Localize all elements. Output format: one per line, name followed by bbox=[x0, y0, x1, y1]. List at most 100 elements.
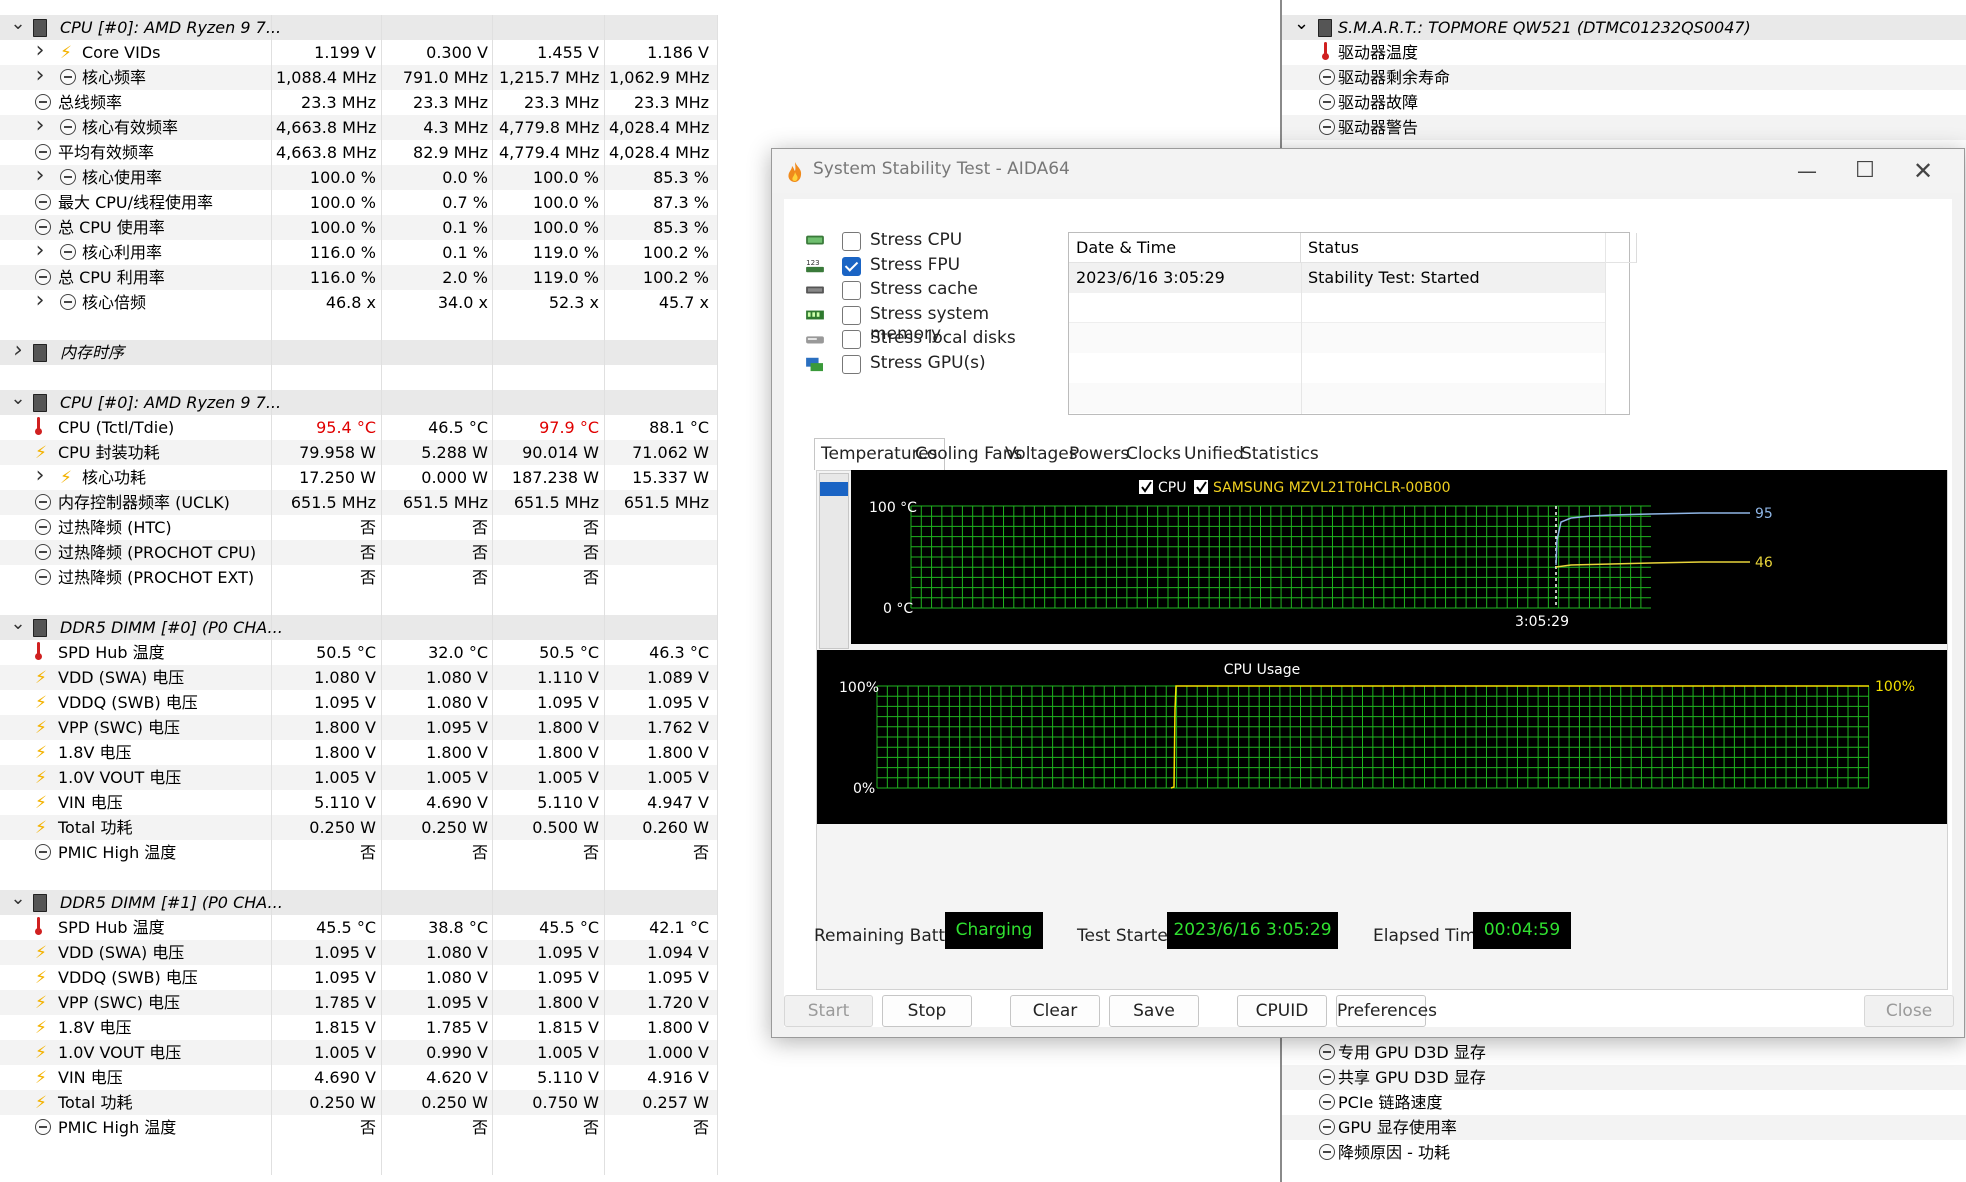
sensor-row[interactable]: ⚡ Total 功耗 0.250 W 0.250 W 0.500 W 0.260 W bbox=[0, 815, 717, 840]
maximize-button[interactable]: ☐ bbox=[1838, 155, 1892, 187]
sensor-row[interactable]: › 核心频率 1,088.4 MHz 791.0 MHz 1,215.7 MHz 1,06… bbox=[0, 63, 717, 90]
gauge-icon bbox=[60, 244, 76, 260]
sensor-row[interactable]: › 核心有效频率 4,663.8 MHz 4.3 MHz 4,779.8 MHz 4,02… bbox=[0, 113, 717, 140]
sensor-row[interactable]: 专用 GPU D3D 显存 bbox=[1282, 1040, 1966, 1065]
checkbox[interactable] bbox=[842, 355, 861, 374]
sensor-row[interactable]: 总 CPU 利用率 116.0 % 2.0 % 119.0 % 100.2 % bbox=[0, 265, 717, 290]
smart-section-header[interactable]: ⌄ S.M.A.R.T.: TOPMORE QW521 (DTMC01232QS0… bbox=[1282, 13, 1966, 40]
title-bar[interactable]: System Stability Test - AIDA64 — ☐ ✕ bbox=[772, 149, 1964, 193]
sensor-row[interactable]: 驱动器温度 bbox=[1282, 40, 1966, 65]
preferences-button[interactable]: Preferences bbox=[1336, 995, 1437, 1027]
expand-arrow-icon[interactable]: › bbox=[30, 463, 50, 488]
sensor-row[interactable]: 内存控制器频率 (UCLK) 651.5 MHz 651.5 MHz 651.5 MH… bbox=[0, 490, 717, 515]
expand-arrow-icon[interactable]: › bbox=[8, 338, 28, 363]
sensor-row[interactable]: ⚡ VIN 电压 4.690 V 4.620 V 5.110 V 4.916 V bbox=[0, 1065, 717, 1090]
sensor-selector-strip[interactable] bbox=[819, 473, 849, 649]
current-value: 79.958 W bbox=[299, 443, 376, 462]
sensor-row[interactable]: ⚡ VDD (SWA) 电压 1.080 V 1.080 V 1.110 V 1.089 … bbox=[0, 665, 717, 690]
clear-button[interactable]: Clear bbox=[1010, 995, 1100, 1027]
sensor-row[interactable]: SPD Hub 温度 50.5 °C 32.0 °C 50.5 °C 46.3 °C bbox=[0, 640, 717, 665]
status-log[interactable]: Date & Time Status 2023/6/16 3:05:29 Sta… bbox=[1068, 232, 1637, 415]
log-header-status[interactable]: Status bbox=[1301, 233, 1637, 263]
sensor-row[interactable]: ⚡ VIN 电压 5.110 V 4.690 V 5.110 V 4.947 V bbox=[0, 790, 717, 815]
expand-arrow-icon[interactable]: › bbox=[30, 163, 50, 188]
sensor-row[interactable]: 最大 CPU/线程使用率 100.0 % 0.7 % 100.0 % 87.3 % bbox=[0, 190, 717, 215]
chip-icon bbox=[33, 344, 47, 362]
collapse-arrow-icon[interactable]: ⌄ bbox=[8, 886, 28, 911]
sensor-row[interactable]: PMIC High 温度 否 否 否 否 bbox=[0, 1115, 717, 1140]
stress-option-stress-cpu[interactable]: Stress CPU bbox=[804, 229, 1064, 255]
sensor-row[interactable]: PCIe 链路速度 bbox=[1282, 1090, 1966, 1115]
collapse-arrow-icon[interactable]: ⌄ bbox=[1294, 11, 1309, 36]
section-header[interactable]: ⌄ DDR5 DIMM [#1] (P0 CHA... bbox=[0, 888, 717, 915]
sensor-row[interactable]: ⚡ VDDQ (SWB) 电压 1.095 V 1.080 V 1.095 V 1.095… bbox=[0, 965, 717, 990]
sensor-row[interactable]: ⚡ VDD (SWA) 电压 1.095 V 1.080 V 1.095 V 1.094 … bbox=[0, 940, 717, 965]
sensor-row[interactable]: ⚡ 1.0V VOUT 电压 1.005 V 1.005 V 1.005 V 1.005 … bbox=[0, 765, 717, 790]
log-row[interactable]: 2023/6/16 3:05:29 Stability Test: Starte… bbox=[1069, 263, 1605, 293]
sensor-label: CPU 封装功耗 bbox=[58, 443, 160, 462]
sensor-row[interactable]: 过热降频 (HTC) 否 否 否 bbox=[0, 515, 717, 540]
checkbox[interactable] bbox=[842, 305, 861, 325]
section-header[interactable]: › 内存时序 bbox=[0, 338, 717, 365]
sensor-row[interactable]: 驱动器警告 bbox=[1282, 115, 1966, 140]
close-window-button[interactable]: ✕ bbox=[1896, 155, 1950, 187]
expand-arrow-icon[interactable]: › bbox=[30, 238, 50, 263]
sensor-row[interactable]: ⚡ 1.8V 电压 1.800 V 1.800 V 1.800 V 1.800 V bbox=[0, 740, 717, 765]
sensor-row[interactable]: › 核心使用率 100.0 % 0.0 % 100.0 % 85.3 % bbox=[0, 163, 717, 190]
sensor-row[interactable]: › ⚡ Core VIDs 1.199 V 0.300 V 1.455 V 1.186 V bbox=[0, 38, 717, 65]
section-header[interactable]: ⌄ CPU [#0]: AMD Ryzen 9 7... bbox=[0, 15, 717, 40]
sensor-row[interactable]: 总 CPU 使用率 100.0 % 0.1 % 100.0 % 85.3 % bbox=[0, 215, 717, 240]
checkbox[interactable] bbox=[842, 330, 861, 350]
sensor-row[interactable]: 过热降频 (PROCHOT EXT) 否 否 否 bbox=[0, 565, 717, 590]
stress-option-stress-local-disks[interactable]: Stress local disks bbox=[804, 327, 1064, 353]
collapse-arrow-icon[interactable]: ⌄ bbox=[8, 611, 28, 636]
stress-option-stress-cache[interactable]: Stress cache bbox=[804, 278, 1064, 304]
collapse-arrow-icon[interactable]: ⌄ bbox=[8, 386, 28, 411]
sensor-row[interactable]: ⚡ Total 功耗 0.250 W 0.250 W 0.750 W 0.257 W bbox=[0, 1090, 717, 1115]
stress-option-stress-fpu[interactable]: 123 Stress FPU bbox=[804, 254, 1064, 280]
sensor-row[interactable]: SPD Hub 温度 45.5 °C 38.8 °C 45.5 °C 42.1 °C bbox=[0, 915, 717, 940]
expand-arrow-icon[interactable]: › bbox=[30, 63, 50, 88]
sensor-row[interactable]: 降频原因 - 功耗 bbox=[1282, 1140, 1966, 1165]
sensor-row[interactable]: ⚡ VDDQ (SWB) 电压 1.095 V 1.080 V 1.095 V 1.095… bbox=[0, 690, 717, 715]
sensor-row[interactable]: GPU 显存使用率 bbox=[1282, 1115, 1966, 1140]
tab-statistics[interactable]: Statistics bbox=[1235, 439, 1325, 469]
close-button[interactable]: Close bbox=[1864, 995, 1954, 1027]
sensor-row[interactable]: ⚡ CPU 封装功耗 79.958 W 5.288 W 90.014 W 71.062 W bbox=[0, 440, 717, 465]
sensor-row[interactable]: 共享 GPU D3D 显存 bbox=[1282, 1065, 1966, 1090]
sensor-row[interactable]: ⚡ 1.0V VOUT 电压 1.005 V 0.990 V 1.005 V 1.000 … bbox=[0, 1040, 717, 1065]
sensor-row[interactable]: 驱动器剩余寿命 bbox=[1282, 65, 1966, 90]
save-button[interactable]: Save bbox=[1109, 995, 1199, 1027]
checkbox[interactable] bbox=[842, 281, 861, 301]
sensor-row[interactable]: CPU (Tctl/Tdie) 95.4 °C 46.5 °C 97.9 °C 88.1… bbox=[0, 415, 717, 440]
sensor-row[interactable]: 驱动器故障 bbox=[1282, 90, 1966, 115]
tab-clocks[interactable]: Clocks bbox=[1120, 439, 1187, 469]
cpuid-button[interactable]: CPUID bbox=[1237, 995, 1327, 1027]
sensor-row[interactable]: ⚡ 1.8V 电压 1.815 V 1.785 V 1.815 V 1.800 V bbox=[0, 1015, 717, 1040]
start-button[interactable]: Start bbox=[784, 995, 873, 1027]
sensor-row[interactable]: › ⚡ 核心功耗 17.250 W 0.000 W 187.238 W 15.337 W bbox=[0, 463, 717, 490]
sensor-row[interactable]: ⚡ VPP (SWC) 电压 1.800 V 1.095 V 1.800 V 1.762 … bbox=[0, 715, 717, 740]
expand-arrow-icon[interactable]: › bbox=[30, 38, 50, 63]
sensor-row[interactable]: 总线频率 23.3 MHz 23.3 MHz 23.3 MHz 23.3 MHz bbox=[0, 90, 717, 115]
sensor-row[interactable]: › 核心利用率 116.0 % 0.1 % 119.0 % 100.2 % bbox=[0, 238, 717, 265]
stop-button[interactable]: Stop bbox=[882, 995, 972, 1027]
log-header-datetime[interactable]: Date & Time bbox=[1069, 233, 1301, 263]
checkbox[interactable] bbox=[842, 232, 861, 251]
sensor-row[interactable]: › 核心倍频 46.8 x 34.0 x 52.3 x 45.7 x bbox=[0, 288, 717, 315]
sensor-row[interactable]: PMIC High 温度 否 否 否 否 bbox=[0, 840, 717, 865]
collapse-arrow-icon[interactable]: ⌄ bbox=[8, 15, 28, 36]
checkbox[interactable] bbox=[842, 256, 861, 276]
sensor-row[interactable]: ⚡ VPP (SWC) 电压 1.785 V 1.095 V 1.800 V 1.720 … bbox=[0, 990, 717, 1015]
section-header[interactable]: ⌄ DDR5 DIMM [#0] (P0 CHA... bbox=[0, 613, 717, 640]
expand-arrow-icon[interactable]: › bbox=[30, 288, 50, 313]
stress-option-stress-system-memory[interactable]: Stress system memory bbox=[804, 303, 1064, 344]
minimize-button[interactable]: — bbox=[1780, 155, 1834, 187]
sensor-row[interactable]: 过热降频 (PROCHOT CPU) 否 否 否 bbox=[0, 540, 717, 565]
expand-arrow-icon[interactable]: › bbox=[30, 113, 50, 138]
section-header[interactable]: ⌄ CPU [#0]: AMD Ryzen 9 7... bbox=[0, 388, 717, 415]
stress-option-stress-gpu-s-[interactable]: Stress GPU(s) bbox=[804, 352, 1064, 378]
sensor-row[interactable]: 平均有效频率 4,663.8 MHz 82.9 MHz 4,779.4 MHz 4,02… bbox=[0, 140, 717, 165]
spacer-row bbox=[0, 1140, 717, 1165]
current-value: 23.3 MHz bbox=[301, 93, 376, 112]
